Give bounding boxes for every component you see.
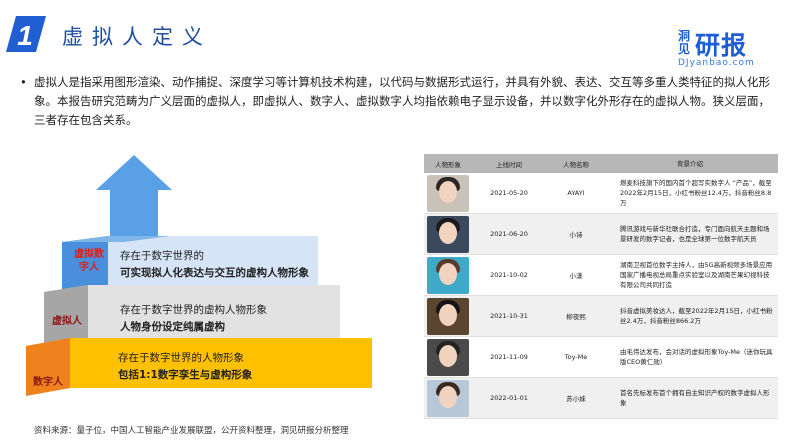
table-row: 2021-05-20 AYAYI 燃麦科技旗下的国内首个超写实数字人 “产品”，… bbox=[424, 173, 778, 214]
tier-low-line2: 包括1:1数字孪生与虚构形象 bbox=[118, 369, 253, 381]
row-desc: 燃麦科技旗下的国内首个超写实数字人 “产品”，截至2022年2月15日，小红书粉… bbox=[620, 179, 772, 207]
avatar-thumbnail bbox=[427, 174, 469, 212]
table-row: 2021-11-09 Toy-Me 由毛伟达发布，会对话的虚拟形象Toy-Me（… bbox=[424, 337, 778, 378]
tier-mid-side-label: 虚拟人 bbox=[52, 316, 82, 327]
brand-url: DJyanbao.com bbox=[678, 58, 755, 68]
table-header: 人物形象 上线时间 人物名称 背景介绍 bbox=[424, 154, 778, 173]
row-name: 苏小妹 bbox=[566, 395, 586, 403]
tier-top-line2: 可实现拟人化表达与交互的虚构人物形象 bbox=[120, 267, 309, 279]
row-desc: 首名先标发布首个拥有自主知识产权的数字虚拟人形象 bbox=[620, 389, 770, 407]
header-image: 人物形象 bbox=[435, 160, 461, 169]
header-name: 人物名称 bbox=[563, 160, 589, 169]
tier-mid-line1: 存在于数字世界的虚构人物形象 bbox=[120, 304, 267, 316]
avatar-thumbnail bbox=[427, 256, 469, 294]
row-date: 2021-05-20 bbox=[490, 189, 528, 197]
row-name: AYAYI bbox=[567, 189, 585, 197]
row-desc: 腾讯游戏与新华社联合打造，专门面向航天主题和场景研发的数字记者，也是全球第一位数… bbox=[620, 225, 770, 243]
page-title: 虚拟人定义 bbox=[62, 25, 212, 49]
tier-low-line1: 存在于数字世界的人物形象 bbox=[118, 352, 244, 364]
tier-mid-line2: 人物身份设定纯属虚构 bbox=[120, 321, 225, 333]
brand-vertical-text: 洞见 bbox=[678, 29, 691, 56]
row-date: 2021-11-09 bbox=[490, 353, 528, 361]
tier-top-line1: 存在于数字世界的 bbox=[120, 250, 204, 262]
intro-text: 虚拟人是指采用图形渲染、动作捕捉、深度学习等计算机技术构建，以代码与数据形式运行… bbox=[34, 75, 770, 127]
row-desc: 抖音虚拟美妆达人，截至2022年2月15日，小红书粉丝2.4万，抖音粉丝866.… bbox=[620, 307, 773, 325]
row-desc: 湖南卫视首位数字主持人，由5G高新视频多场景应用国家广播电视总局重点实验室以及湖… bbox=[620, 261, 773, 289]
avatar-thumbnail bbox=[427, 215, 469, 253]
row-name: Toy-Me bbox=[564, 353, 588, 361]
section-number: 1 bbox=[17, 20, 33, 51]
tier-low-side-label: 数字人 bbox=[33, 377, 63, 388]
row-date: 2022-01-01 bbox=[490, 394, 528, 402]
row-name: 小诗 bbox=[569, 231, 583, 239]
tier-top-text: 存在于数字世界的 可实现拟人化表达与交互的虚构人物形象 bbox=[120, 248, 309, 282]
row-name: 柳夜熙 bbox=[566, 313, 586, 321]
intro-paragraph: • 虚拟人是指采用图形渲染、动作捕捉、深度学习等计算机技术构建，以代码与数据形式… bbox=[20, 73, 774, 130]
row-name: 小漾 bbox=[569, 272, 583, 280]
avatar-thumbnail bbox=[427, 338, 469, 376]
row-date: 2021-06-20 bbox=[490, 230, 528, 238]
table-row: 2021-10-02 小漾 湖南卫视首位数字主持人，由5G高新视频多场景应用国家… bbox=[424, 255, 778, 296]
row-date: 2021-10-31 bbox=[490, 312, 528, 320]
tier-mid-text: 存在于数字世界的虚构人物形象 人物身份设定纯属虚构 bbox=[120, 302, 267, 336]
row-desc: 由毛伟达发布，会对话的虚拟形象Toy-Me（迷你玩具版CEO黄仁勋） bbox=[620, 348, 773, 366]
header-desc: 背景介绍 bbox=[677, 159, 703, 168]
row-date: 2021-10-02 bbox=[490, 271, 528, 279]
source-note: 资料来源：量子位，中国人工智能产业发展联盟，公开资料整理，洞见研报分析整理 bbox=[34, 426, 349, 436]
tier-top-side-label: 虚拟数字人 bbox=[74, 249, 104, 273]
avatar-thumbnail bbox=[427, 297, 469, 335]
tier-low-text: 存在于数字世界的人物形象 包括1:1数字孪生与虚构形象 bbox=[118, 350, 252, 384]
bullet-dot: • bbox=[20, 75, 27, 89]
hierarchy-diagram: 虚拟数字人 存在于数字世界的 可实现拟人化表达与交互的虚构人物形象 虚拟人 存在… bbox=[0, 150, 420, 410]
table-row: 2021-06-20 小诗 腾讯游戏与新华社联合打造，专门面向航天主题和场景研发… bbox=[424, 214, 778, 255]
table-row: 2022-01-01 苏小妹 首名先标发布首个拥有自主知识产权的数字虚拟人形象 bbox=[424, 378, 778, 419]
table-row: 2021-10-31 柳夜熙 抖音虚拟美妆达人，截至2022年2月15日，小红书… bbox=[424, 296, 778, 337]
up-arrow-icon bbox=[96, 155, 172, 236]
header-date: 上线时间 bbox=[496, 160, 522, 169]
brand-main-text: 研报 bbox=[695, 31, 748, 60]
section-number-badge: 1 bbox=[6, 16, 46, 52]
brand-logo: 洞见 研报 DJyanbao.com bbox=[678, 20, 790, 70]
virtual-human-table: 人物形象 上线时间 人物名称 背景介绍 2021-05-20 AYAYI 燃麦科… bbox=[424, 154, 778, 419]
avatar-thumbnail bbox=[427, 379, 469, 417]
